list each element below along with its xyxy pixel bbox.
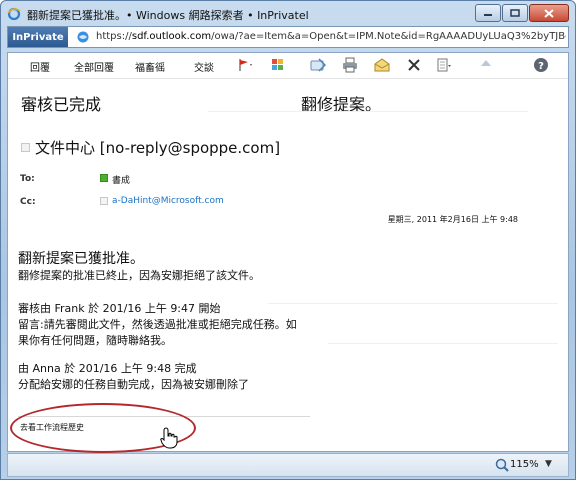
arrow-up-icon[interactable] <box>478 57 494 73</box>
cc-label: Cc: <box>20 197 36 207</box>
cc-presence-icon <box>100 197 108 205</box>
to-recipient[interactable]: 書成 <box>112 173 130 186</box>
window-title: 翻新提案已獲批准。• Windows 網路探索者 • InPrivatel <box>27 9 309 22</box>
move-to-folder-icon[interactable] <box>310 57 326 73</box>
body-heading: 翻新提案已獲批准。 <box>18 251 144 267</box>
flag-icon[interactable] <box>236 57 252 73</box>
maximize-button[interactable] <box>502 4 528 22</box>
body-line: 翻修提案的批准已終止，因為安娜拒絕了該文件。 <box>18 269 260 282</box>
url-text[interactable]: https://sdf.outlook.com/owa/?ae=Item&a=O… <box>96 31 566 42</box>
minimize-button[interactable] <box>475 4 501 22</box>
ie-logo-icon <box>7 7 21 21</box>
title-bar: 翻新提案已獲批准。• Windows 網路探索者 • InPrivatel <box>1 1 575 27</box>
help-icon[interactable]: ? <box>533 57 549 73</box>
divider <box>208 111 528 112</box>
address-bar[interactable]: InPrivate https://sdf.outlook.com/owa/?a… <box>7 26 569 48</box>
print-icon[interactable] <box>342 57 358 73</box>
minimize-icon <box>484 14 492 16</box>
sent-date: 星期三, 2011 年2月16日 上午 9:48 <box>387 215 518 224</box>
mark-read-icon[interactable] <box>374 57 390 73</box>
body-line: 審核由 Frank 於 201/16 上午 9:47 開始 <box>18 302 221 315</box>
body-line: 留言:請先審閱此文件，然後透過批准或拒絕完成任務。如 <box>18 318 297 331</box>
divider <box>268 303 558 304</box>
status-bar: 115% ▼ <box>7 453 569 477</box>
sender-presence-icon <box>21 143 30 152</box>
close-icon <box>544 8 554 18</box>
message-toolbar: 回覆 全部回覆 福畜徭 交談 ? <box>8 53 568 79</box>
subject-left: 審核已完成 <box>21 95 102 114</box>
reply-button[interactable]: 回覆 <box>30 59 50 74</box>
url-path: /owa/?ae=Item&a=Open&t=IPM.Note&id=RgAAA… <box>211 31 566 42</box>
cc-recipient[interactable]: a-DaHint@Microsoft.com <box>112 196 224 206</box>
browser-window: 翻新提案已獲批准。• Windows 網路探索者 • InPrivatel In… <box>0 0 576 480</box>
url-prefix: https:// <box>96 31 132 42</box>
reply-all-button[interactable]: 全部回覆 <box>74 59 114 74</box>
hand-cursor-icon <box>160 427 178 449</box>
message-pane: 回覆 全部回覆 福畜徭 交談 ? 審核已完成 翻修提案。 文件中心 [no-re… <box>7 52 569 453</box>
svg-text:?: ? <box>538 61 544 72</box>
body-line: 果你有任何問題，隨時聯絡我。 <box>18 334 172 347</box>
zoom-icon[interactable] <box>495 458 509 472</box>
to-label: To: <box>20 174 35 184</box>
maximize-icon <box>510 9 520 17</box>
inprivate-badge[interactable]: InPrivate <box>8 27 68 47</box>
url-host: sdf.outlook.com <box>131 31 212 42</box>
categorize-icon[interactable] <box>270 57 286 73</box>
zoom-level[interactable]: 115% <box>510 459 539 470</box>
to-presence-icon <box>100 174 108 182</box>
close-button[interactable] <box>529 4 569 22</box>
more-actions-icon[interactable] <box>436 57 452 73</box>
chat-button[interactable]: 交談 <box>194 59 214 74</box>
page-icon <box>77 31 89 43</box>
delete-icon[interactable] <box>406 57 422 73</box>
window-controls <box>475 4 569 22</box>
divider <box>328 343 558 344</box>
body-line: 由 Anna 於 201/16 上午 9:48 完成 <box>18 362 197 375</box>
body-line: 分配給安娜的任務自動完成，因為被安娜刪除了 <box>18 378 249 391</box>
forward-button[interactable]: 福畜徭 <box>135 59 165 74</box>
chevron-down-icon[interactable]: ▼ <box>545 459 552 469</box>
sender-name[interactable]: 文件中心 [no-reply@spoppe.com] <box>35 137 280 158</box>
